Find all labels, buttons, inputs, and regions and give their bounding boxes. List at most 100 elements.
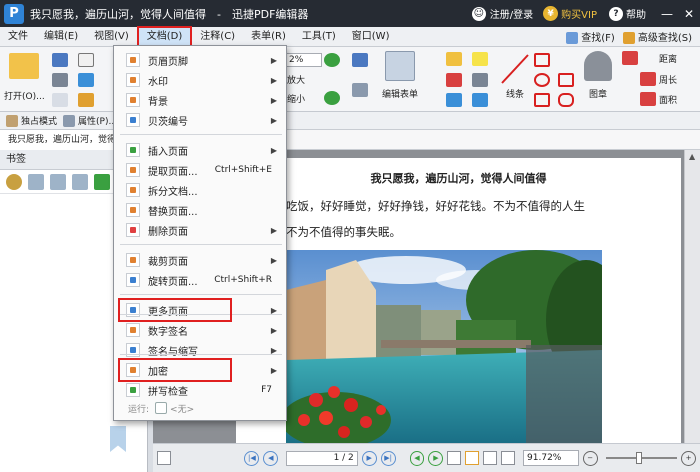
print-icon[interactable] bbox=[52, 73, 68, 87]
menu-view[interactable]: 视图(V) bbox=[86, 28, 137, 46]
select-tool-icon[interactable] bbox=[352, 53, 368, 67]
dropdown-item[interactable]: 删除页面 ▶ bbox=[114, 220, 286, 240]
submenu-arrow-icon: ▶ bbox=[270, 115, 277, 125]
area-label[interactable]: 面积 bbox=[659, 93, 677, 106]
landscape-photo bbox=[286, 250, 602, 443]
dropdown-item[interactable]: 水印 ▶ bbox=[114, 70, 286, 90]
zoom-slider[interactable] bbox=[605, 452, 678, 464]
minimize-button[interactable]: — bbox=[656, 0, 678, 27]
forward-icon[interactable]: ▶ bbox=[428, 450, 444, 466]
new-doc-icon[interactable] bbox=[52, 93, 68, 107]
exclusive-mode-button[interactable]: 独占模式 bbox=[6, 114, 57, 128]
strikeout-icon[interactable] bbox=[446, 73, 462, 87]
perimeter-label[interactable]: 周长 bbox=[659, 73, 677, 86]
dropdown-item-shortcut: Ctrl+Shift+R bbox=[214, 275, 272, 285]
rect-shape-icon[interactable] bbox=[534, 93, 550, 107]
menu-separator bbox=[120, 354, 282, 355]
continuous-page-icon[interactable] bbox=[465, 451, 480, 465]
vip-icon[interactable]: ¥ bbox=[543, 6, 559, 21]
zoom-plus-icon[interactable] bbox=[324, 53, 340, 67]
menu-edit[interactable]: 编辑(E) bbox=[36, 28, 86, 46]
note-icon[interactable] bbox=[472, 52, 488, 66]
lines-button[interactable]: 线条 bbox=[500, 53, 530, 100]
cloud-shape-icon[interactable] bbox=[558, 93, 574, 107]
zoom-in-label[interactable]: 放大 bbox=[287, 73, 305, 86]
zoom-in-icon[interactable]: + bbox=[681, 450, 696, 466]
email-icon[interactable] bbox=[78, 53, 94, 67]
last-page-icon[interactable]: ▶| bbox=[380, 450, 396, 466]
advanced-find-button[interactable]: 高级查找(S) bbox=[622, 29, 692, 44]
help-link[interactable]: 帮助 bbox=[626, 6, 646, 21]
distance-icon[interactable] bbox=[622, 51, 638, 65]
menu-form[interactable]: 表单(R) bbox=[243, 28, 294, 46]
zoom-value-field[interactable]: 2% bbox=[286, 53, 322, 67]
vertical-scrollbar[interactable]: ▲ bbox=[684, 150, 700, 443]
edit-form-button[interactable]: 编辑表单 bbox=[382, 51, 418, 100]
user-icon[interactable]: ☺ bbox=[471, 6, 486, 21]
bookmark-collapse-icon[interactable] bbox=[72, 173, 88, 190]
bookmark-add-icon[interactable] bbox=[28, 173, 44, 190]
zoom-level-input[interactable]: 91.72% bbox=[523, 450, 579, 466]
menu-bar: 文件 编辑(E) 视图(V) 文档(D) 注释(C) 表单(R) 工具(T) 窗… bbox=[0, 26, 700, 48]
perimeter-icon[interactable] bbox=[640, 72, 656, 86]
facing-page-icon[interactable] bbox=[483, 451, 498, 465]
attach-icon[interactable] bbox=[472, 73, 488, 87]
login-link[interactable]: 注册/登录 bbox=[490, 6, 533, 21]
save-icon[interactable] bbox=[52, 53, 68, 67]
zoom-out-icon[interactable]: − bbox=[582, 450, 598, 466]
dropdown-item[interactable]: 旋转页面... Ctrl+Shift+R bbox=[114, 270, 286, 290]
bookmark-new-icon[interactable] bbox=[94, 173, 110, 190]
arrow-shape-icon[interactable] bbox=[534, 53, 550, 67]
find-button[interactable]: 查找(F) bbox=[566, 29, 615, 44]
dropdown-item[interactable]: 提取页面... Ctrl+Shift+E bbox=[114, 160, 286, 180]
dropdown-item[interactable]: 签名与缩写 ▶ bbox=[114, 340, 286, 360]
dropdown-item[interactable]: 替换页面... bbox=[114, 200, 286, 220]
cloud-icon[interactable] bbox=[78, 73, 94, 87]
rotate-icon[interactable] bbox=[324, 91, 340, 105]
dropdown-item-label: 背景 bbox=[148, 96, 168, 108]
scroll-up-arrow-icon[interactable]: ▲ bbox=[689, 152, 695, 161]
dropdown-item[interactable]: 数字签名 ▶ bbox=[114, 320, 286, 340]
bookmark-expand-icon[interactable] bbox=[50, 173, 66, 190]
first-page-icon[interactable]: |◀ bbox=[244, 450, 260, 466]
prev-page-icon[interactable]: ◀ bbox=[263, 450, 279, 466]
text-tool-icon[interactable] bbox=[352, 83, 368, 97]
export-icon[interactable] bbox=[78, 93, 94, 107]
menu-window[interactable]: 窗口(W) bbox=[344, 28, 398, 46]
single-page-icon[interactable] bbox=[447, 451, 462, 465]
facing-continuous-icon[interactable] bbox=[501, 451, 516, 465]
gear-icon[interactable] bbox=[6, 173, 22, 190]
stamp-button[interactable]: 图章 bbox=[584, 51, 612, 100]
dropdown-item[interactable]: 页眉页脚 ▶ bbox=[114, 50, 286, 70]
help-icon[interactable]: ? bbox=[609, 6, 623, 21]
sound-icon[interactable] bbox=[472, 93, 488, 107]
buy-vip-link[interactable]: 购买VIP bbox=[561, 6, 597, 21]
open-button[interactable]: 打开(O)... bbox=[4, 53, 45, 102]
menu-tools[interactable]: 工具(T) bbox=[294, 28, 344, 46]
dropdown-item[interactable]: 拆分文档... bbox=[114, 180, 286, 200]
zoom-slider-knob[interactable] bbox=[635, 452, 642, 464]
dropdown-item[interactable]: 插入页面 ▶ bbox=[114, 140, 286, 160]
document-title: 我只愿我，遍历山河，觉得人间值得 bbox=[370, 172, 547, 185]
area-icon[interactable] bbox=[640, 92, 656, 106]
menu-file[interactable]: 文件 bbox=[0, 28, 36, 46]
menu-comment[interactable]: 注释(C) bbox=[192, 28, 243, 46]
distance-label[interactable]: 距离 bbox=[659, 52, 677, 65]
next-page-icon[interactable]: ▶ bbox=[361, 450, 377, 466]
dropdown-item[interactable]: 背景 ▶ bbox=[114, 90, 286, 110]
status-bar: |◀ ◀ 1 / 2 ▶ ▶| ◀ ▶ 91.72% − + bbox=[153, 443, 700, 472]
close-button[interactable]: ✕ bbox=[678, 0, 700, 27]
dropdown-item[interactable]: 裁剪页面 ▶ bbox=[114, 250, 286, 270]
settings-gear-icon[interactable] bbox=[157, 451, 171, 465]
dropdown-item-icon bbox=[126, 93, 140, 107]
dropdown-item[interactable]: 贝茨编号 ▶ bbox=[114, 110, 286, 130]
zoom-out-label[interactable]: 缩小 bbox=[287, 92, 305, 105]
back-icon[interactable]: ◀ bbox=[409, 450, 425, 466]
properties-button[interactable]: 属性(P)... bbox=[63, 114, 117, 128]
underline-icon[interactable] bbox=[446, 93, 462, 107]
text-box-icon[interactable] bbox=[446, 52, 462, 66]
page-number-input[interactable]: 1 / 2 bbox=[286, 450, 358, 466]
circle-shape-icon[interactable] bbox=[534, 73, 550, 87]
polygon-shape-icon[interactable] bbox=[558, 73, 574, 87]
dropdown-item[interactable]: 拼写检查 F7 bbox=[114, 380, 286, 400]
